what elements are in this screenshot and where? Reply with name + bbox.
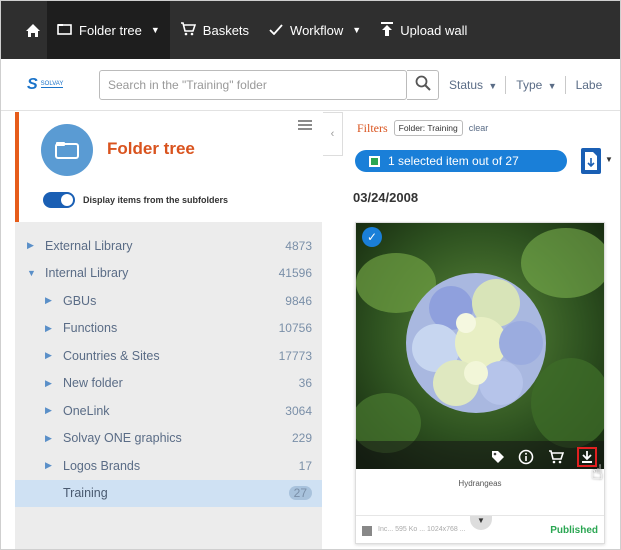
nav-baskets[interactable]: Baskets bbox=[170, 1, 259, 59]
count-badge: 27 bbox=[288, 486, 312, 501]
info-icon[interactable] bbox=[516, 447, 536, 467]
subfolders-toggle-label: Display items from the subfolders bbox=[83, 195, 229, 205]
selection-pill[interactable]: 1 selected item out of 27 bbox=[355, 150, 567, 172]
tree-item-functions[interactable]: ▶ Functions 10756 bbox=[15, 315, 322, 343]
subfolders-toggle-row: Display items from the subfolders bbox=[43, 192, 228, 208]
divider bbox=[564, 75, 566, 94]
file-download-icon bbox=[585, 152, 597, 170]
divider bbox=[505, 75, 507, 94]
clear-filters-link[interactable]: clear bbox=[469, 123, 489, 133]
add-to-basket-icon[interactable] bbox=[546, 447, 566, 467]
subfolders-toggle[interactable] bbox=[43, 192, 75, 208]
tree-item-training[interactable]: Training 27 bbox=[15, 479, 322, 507]
card-footer: Inc... 595 Ko ... 1024x768 ... ▼ Publish… bbox=[356, 515, 604, 543]
folder-icon bbox=[57, 23, 72, 38]
filters-bar: Filters Folder: Training clear bbox=[357, 120, 488, 136]
chevron-down-icon[interactable]: ▼ bbox=[470, 516, 492, 530]
nav-workflow[interactable]: Workflow ▼ bbox=[259, 1, 371, 59]
company-logo[interactable]: S SOLVAY bbox=[27, 75, 75, 95]
folder-tree: ▶ External Library 4873 ▼ Internal Libra… bbox=[15, 222, 322, 549]
asset-title: Hydrangeas bbox=[458, 479, 502, 488]
home-icon[interactable] bbox=[19, 1, 47, 59]
nav-baskets-label: Baskets bbox=[202, 22, 250, 38]
toolbar: S SOLVAY Search in the "Training" folder… bbox=[1, 59, 620, 111]
tree-item-internal-library[interactable]: ▼ Internal Library 41596 bbox=[15, 260, 322, 288]
main-content: Filters Folder: Training clear 1 selecte… bbox=[343, 112, 620, 549]
date-heading: 03/24/2008 bbox=[353, 190, 419, 205]
menu-icon[interactable] bbox=[298, 120, 312, 130]
top-nav: Folder tree ▼ Baskets Workflow ▼ Upload … bbox=[1, 1, 620, 59]
sidebar-title: Folder tree bbox=[107, 139, 195, 158]
type-filter-dropdown[interactable]: Type ▼ bbox=[516, 78, 556, 92]
logo-text: SOLVAY bbox=[40, 81, 64, 88]
file-type-icon bbox=[362, 526, 372, 536]
app-window: Folder tree ▼ Baskets Workflow ▼ Upload … bbox=[0, 0, 621, 550]
search-button[interactable] bbox=[407, 69, 439, 100]
label-filter-dropdown[interactable]: Labe bbox=[576, 78, 603, 92]
caret-down-icon: ▼ bbox=[352, 25, 362, 35]
selection-text: 1 selected item out of 27 bbox=[388, 154, 519, 168]
folder-icon bbox=[41, 124, 93, 176]
file-meta: Inc... 595 Ko ... 1024x768 ... bbox=[378, 526, 466, 533]
tree-item-countries-sites[interactable]: ▶ Countries & Sites 17773 bbox=[15, 342, 322, 370]
expand-arrow-icon[interactable]: ▶ bbox=[45, 350, 53, 361]
collapse-arrow-icon[interactable]: ▼ bbox=[27, 268, 36, 278]
nav-upload-wall[interactable]: Upload wall bbox=[371, 1, 477, 59]
tree-item-new-folder[interactable]: ▶ New folder 36 bbox=[15, 370, 322, 398]
tag-icon[interactable] bbox=[488, 447, 508, 467]
logo-mark-icon: S bbox=[27, 75, 38, 93]
expand-arrow-icon[interactable]: ▶ bbox=[45, 295, 53, 306]
tree-item-onelink[interactable]: ▶ OneLink 3064 bbox=[15, 397, 322, 425]
expand-arrow-icon[interactable]: ▶ bbox=[45, 378, 53, 389]
selected-check-icon[interactable]: ✓ bbox=[362, 227, 382, 247]
tree-item-gbus[interactable]: ▶ GBUs 9846 bbox=[15, 287, 322, 315]
folder-sidebar: Folder tree Display items from the subfo… bbox=[15, 112, 322, 549]
card-action-bar bbox=[356, 441, 604, 469]
sidebar-header: Folder tree Display items from the subfo… bbox=[15, 112, 322, 222]
nav-folder-tree[interactable]: Folder tree ▼ bbox=[47, 1, 170, 59]
expand-arrow-icon[interactable]: ▶ bbox=[45, 323, 53, 334]
nav-upload-wall-label: Upload wall bbox=[400, 22, 468, 38]
tree-item-external-library[interactable]: ▶ External Library 4873 bbox=[15, 232, 322, 260]
expand-arrow-icon[interactable]: ▶ bbox=[27, 240, 35, 251]
collapse-sidebar-button[interactable]: ‹ bbox=[323, 112, 343, 156]
upload-icon bbox=[381, 21, 394, 39]
status-filter-dropdown[interactable]: Status ▼ bbox=[449, 78, 497, 92]
search-icon bbox=[415, 75, 431, 94]
chevron-left-icon: ‹ bbox=[330, 128, 335, 140]
nav-folder-tree-label: Folder tree bbox=[79, 22, 142, 38]
caret-down-icon[interactable]: ▼ bbox=[605, 155, 613, 164]
tree-item-solvay-one-graphics[interactable]: ▶ Solvay ONE graphics 229 bbox=[15, 425, 322, 453]
asset-thumbnail[interactable]: ✓ bbox=[356, 223, 604, 469]
nav-workflow-label: Workflow bbox=[290, 22, 344, 38]
tree-item-logos-brands[interactable]: ▶ Logos Brands 17 bbox=[15, 452, 322, 480]
status-badge: Published bbox=[550, 525, 598, 536]
download-selection-button[interactable] bbox=[581, 148, 601, 174]
filter-chip[interactable]: Folder: Training bbox=[393, 120, 463, 136]
expand-arrow-icon[interactable]: ▶ bbox=[45, 460, 53, 471]
cart-icon bbox=[180, 21, 196, 39]
caret-down-icon: ▼ bbox=[150, 25, 160, 35]
expand-arrow-icon[interactable]: ▶ bbox=[45, 433, 53, 444]
selection-checkbox-icon bbox=[369, 155, 380, 167]
check-icon bbox=[269, 23, 283, 38]
hand-cursor-icon: ☝ bbox=[591, 462, 604, 484]
filters-label: Filters bbox=[357, 120, 388, 135]
expand-arrow-icon[interactable]: ▶ bbox=[45, 405, 53, 416]
search-input[interactable]: Search in the "Training" folder bbox=[99, 69, 407, 100]
asset-card[interactable]: ✓ Hydrangeas Inc... 595 Ko ... 1024x768 … bbox=[355, 222, 605, 544]
